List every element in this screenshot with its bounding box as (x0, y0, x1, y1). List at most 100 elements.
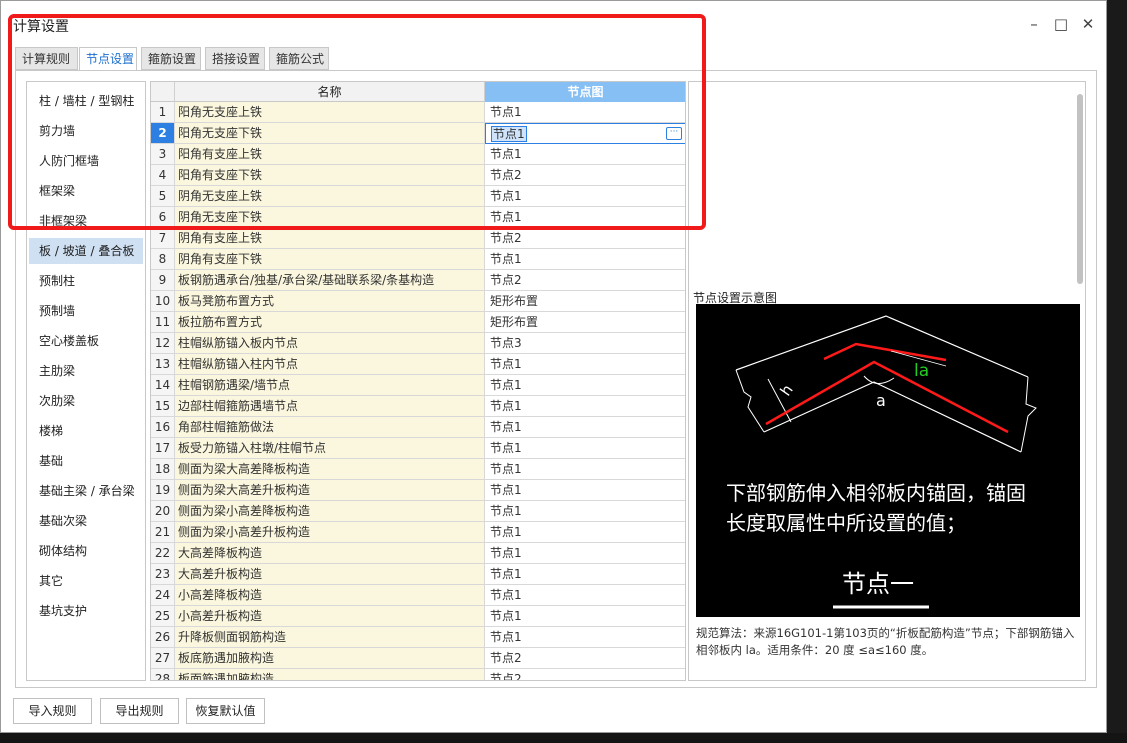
row-index[interactable]: 22 (151, 543, 175, 564)
table-row[interactable]: 24 小高差降板构造 节点1 (151, 585, 685, 606)
node-value-cell[interactable]: 节点1 (485, 186, 685, 207)
table-row[interactable]: 25 小高差升板构造 节点1 (151, 606, 685, 627)
table-row[interactable]: 23 大高差升板构造 节点1 (151, 564, 685, 585)
node-value-cell[interactable]: 节点1 (485, 501, 685, 522)
row-index[interactable]: 7 (151, 228, 175, 249)
node-value-cell[interactable]: 节点1 (485, 627, 685, 648)
node-value-cell[interactable]: 节点1 (485, 249, 685, 270)
row-index[interactable]: 9 (151, 270, 175, 291)
row-index[interactable]: 21 (151, 522, 175, 543)
node-value-cell[interactable]: 节点2 (485, 165, 685, 186)
table-row[interactable]: 13 柱帽纵筋锚入柱内节点 节点1 (151, 354, 685, 375)
table-row[interactable]: 9 板钢筋遇承台/独基/承台梁/基础联系梁/条基构造 节点2 (151, 270, 685, 291)
table-row[interactable]: 15 边部柱帽箍筋遇墙节点 节点1 (151, 396, 685, 417)
node-value-editor[interactable]: 节点1 ··· (485, 123, 685, 144)
row-index[interactable]: 6 (151, 207, 175, 228)
node-value-cell[interactable]: 节点1 (485, 144, 685, 165)
table-row[interactable]: 12 柱帽纵筋锚入板内节点 节点3 (151, 333, 685, 354)
row-index[interactable]: 20 (151, 501, 175, 522)
node-value-cell[interactable]: 节点1 (485, 543, 685, 564)
node-value-cell[interactable]: 节点2 (485, 270, 685, 291)
row-index[interactable]: 14 (151, 375, 175, 396)
table-row[interactable]: 1 阳角无支座上铁 节点1 (151, 102, 685, 123)
node-value-cell[interactable]: 节点2 (485, 669, 685, 680)
row-index[interactable]: 24 (151, 585, 175, 606)
tab-stirrup-settings[interactable]: 箍筋设置 (141, 47, 201, 70)
node-value-cell[interactable]: 节点1 (485, 438, 685, 459)
table-row[interactable]: 18 侧面为梁大高差降板构造 节点1 (151, 459, 685, 480)
restore-defaults-button[interactable]: 恢复默认值 (186, 698, 265, 724)
node-value-cell[interactable]: 节点1 (485, 354, 685, 375)
node-value-cell[interactable]: 矩形布置 (485, 291, 685, 312)
sidebar-item[interactable]: 楼梯 (29, 418, 143, 444)
sidebar-item[interactable]: 主肋梁 (29, 358, 143, 384)
sidebar-item[interactable]: 其它 (29, 568, 143, 594)
table-row[interactable]: 22 大高差降板构造 节点1 (151, 543, 685, 564)
table-row[interactable]: 19 侧面为梁大高差升板构造 节点1 (151, 480, 685, 501)
row-index[interactable]: 19 (151, 480, 175, 501)
sidebar-item[interactable]: 空心楼盖板 (29, 328, 143, 354)
row-index[interactable]: 11 (151, 312, 175, 333)
table-row[interactable]: 3 阳角有支座上铁 节点1 (151, 144, 685, 165)
tab-stirrup-formula[interactable]: 箍筋公式 (269, 47, 329, 70)
node-value-cell[interactable]: 节点1 (485, 396, 685, 417)
row-index[interactable]: 8 (151, 249, 175, 270)
row-index[interactable]: 4 (151, 165, 175, 186)
tab-calc-rules[interactable]: 计算规则 (15, 47, 78, 70)
node-value-cell[interactable]: 节点1 (485, 480, 685, 501)
node-value-cell[interactable]: 节点1 (485, 585, 685, 606)
node-value-cell[interactable]: 节点3 (485, 333, 685, 354)
tab-node-settings[interactable]: 节点设置 (79, 47, 137, 71)
row-index[interactable]: 3 (151, 144, 175, 165)
node-header[interactable]: 节点图 (485, 82, 685, 102)
sidebar-item[interactable]: 板 / 坡道 / 叠合板 (29, 238, 143, 264)
sidebar-item[interactable]: 砌体结构 (29, 538, 143, 564)
sidebar-item[interactable]: 预制墙 (29, 298, 143, 324)
sidebar-item[interactable]: 人防门框墙 (29, 148, 143, 174)
minimize-icon[interactable]: – (1023, 13, 1045, 35)
export-rules-button[interactable]: 导出规则 (100, 698, 179, 724)
table-row[interactable]: 21 侧面为梁小高差升板构造 节点1 (151, 522, 685, 543)
sidebar-item[interactable]: 基坑支护 (29, 598, 143, 624)
node-value-cell[interactable]: 节点1 (485, 375, 685, 396)
node-value-cell[interactable]: 节点1 (485, 417, 685, 438)
table-row[interactable]: 11 板拉筋布置方式 矩形布置 (151, 312, 685, 333)
row-index[interactable]: 1 (151, 102, 175, 123)
node-value-cell[interactable]: 节点1 (485, 102, 685, 123)
row-index[interactable]: 13 (151, 354, 175, 375)
node-value-cell[interactable]: 节点1 (485, 564, 685, 585)
name-header[interactable]: 名称 (175, 82, 485, 102)
row-index[interactable]: 15 (151, 396, 175, 417)
sidebar-item[interactable]: 预制柱 (29, 268, 143, 294)
table-row[interactable]: 2 阳角无支座下铁 节点1 ··· (151, 123, 685, 144)
table-row[interactable]: 5 阴角无支座上铁 节点1 (151, 186, 685, 207)
sidebar-item[interactable]: 剪力墙 (29, 118, 143, 144)
sidebar-item[interactable]: 基础次梁 (29, 508, 143, 534)
table-row[interactable]: 20 侧面为梁小高差降板构造 节点1 (151, 501, 685, 522)
node-value-cell[interactable]: 节点1 (485, 522, 685, 543)
row-index[interactable]: 18 (151, 459, 175, 480)
table-row[interactable]: 16 角部柱帽箍筋做法 节点1 (151, 417, 685, 438)
preview-scrollbar[interactable] (1077, 94, 1083, 284)
sidebar-item[interactable]: 次肋梁 (29, 388, 143, 414)
close-icon[interactable]: ✕ (1077, 13, 1099, 35)
node-value-cell[interactable]: 节点1 (485, 459, 685, 480)
table-row[interactable]: 27 板底筋遇加腋构造 节点2 (151, 648, 685, 669)
row-index[interactable]: 25 (151, 606, 175, 627)
tab-lap-settings[interactable]: 搭接设置 (205, 47, 265, 70)
import-rules-button[interactable]: 导入规则 (13, 698, 92, 724)
ellipsis-icon[interactable]: ··· (666, 127, 682, 140)
node-value-cell[interactable]: 节点1 (485, 606, 685, 627)
table-row[interactable]: 8 阴角有支座下铁 节点1 (151, 249, 685, 270)
node-value-cell[interactable]: 节点2 (485, 648, 685, 669)
row-index[interactable]: 2 (151, 123, 175, 144)
node-value-text[interactable]: 节点1 (491, 126, 527, 142)
table-row[interactable]: 14 柱帽钢筋遇梁/墙节点 节点1 (151, 375, 685, 396)
table-row[interactable]: 26 升降板侧面钢筋构造 节点1 (151, 627, 685, 648)
row-index[interactable]: 10 (151, 291, 175, 312)
sidebar-item[interactable]: 框架梁 (29, 178, 143, 204)
maximize-icon[interactable]: □ (1050, 13, 1072, 35)
node-value-cell[interactable]: 节点2 (485, 228, 685, 249)
table-row[interactable]: 17 板受力筋锚入柱墩/柱帽节点 节点1 (151, 438, 685, 459)
table-row[interactable]: 10 板马凳筋布置方式 矩形布置 (151, 291, 685, 312)
